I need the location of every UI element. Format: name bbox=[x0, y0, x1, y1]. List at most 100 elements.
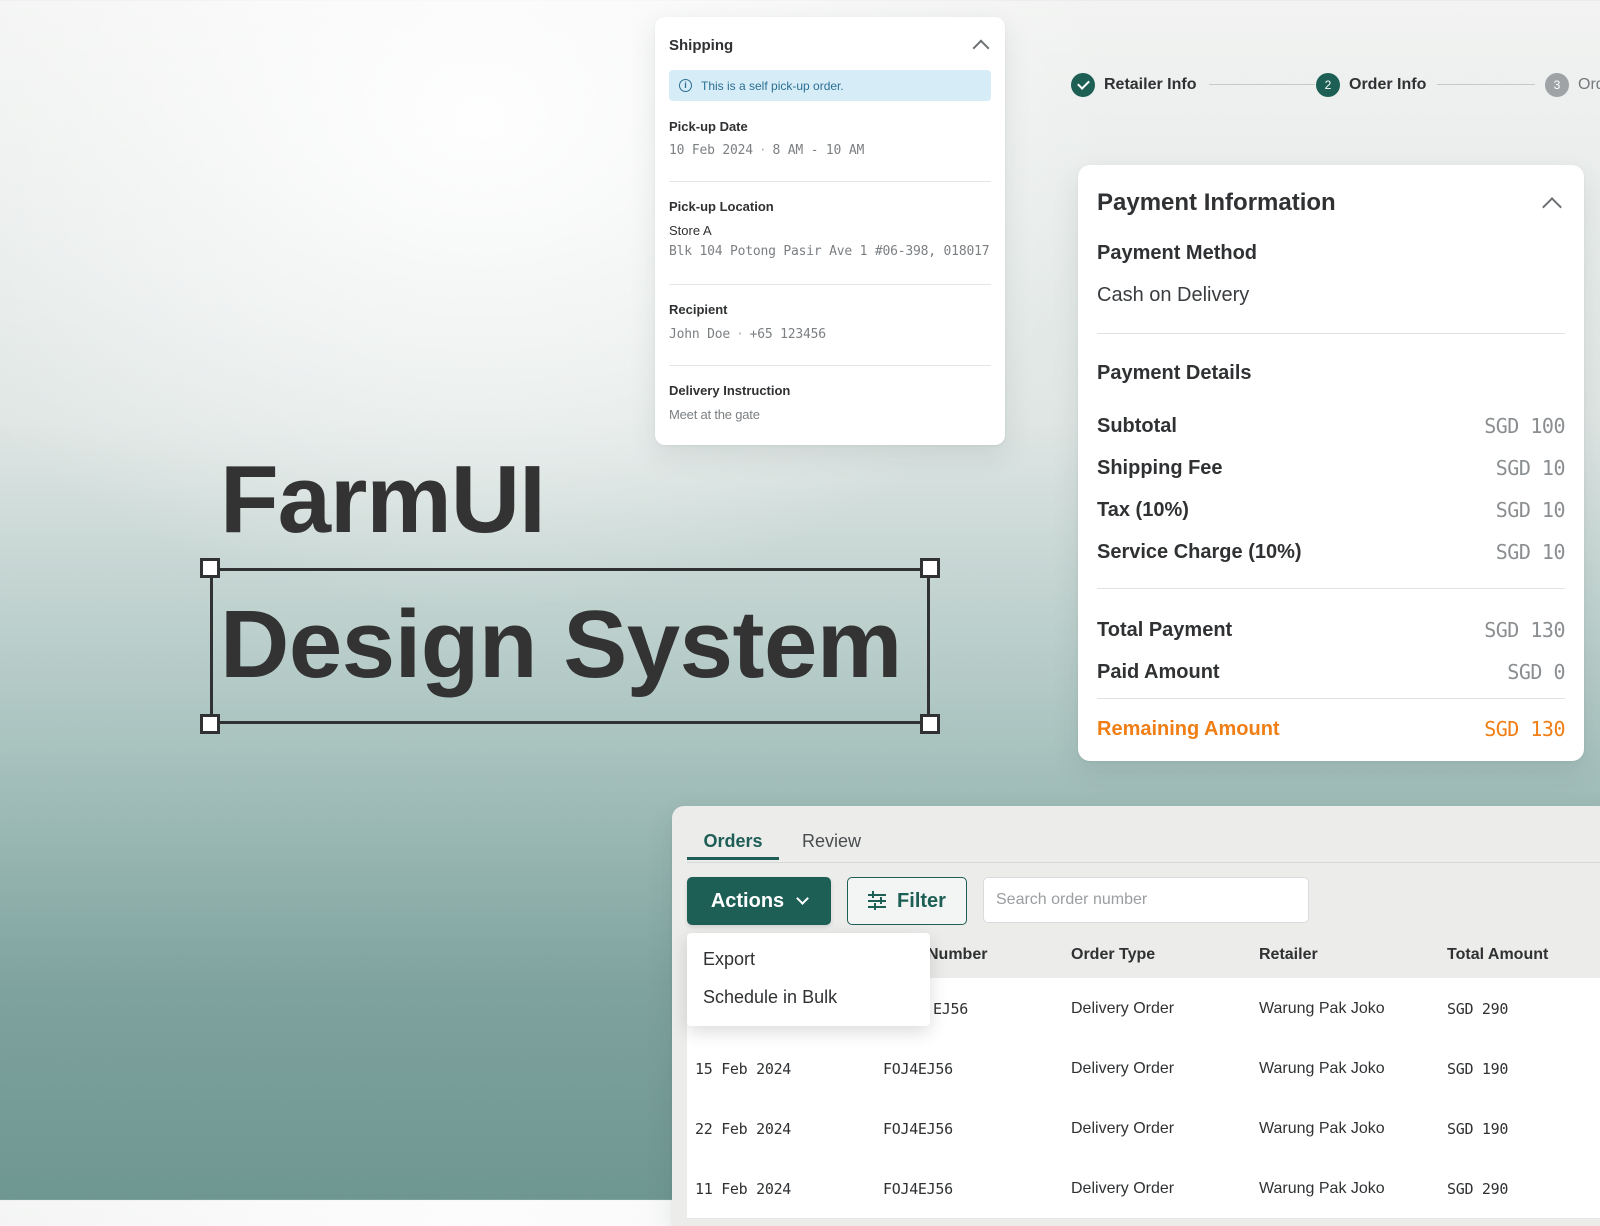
row-value: SGD 10 bbox=[1495, 540, 1566, 564]
cell-retailer: Warung Pak Joko bbox=[1259, 1060, 1385, 1077]
shipping-card: Shipping i This is a self pick-up order.… bbox=[655, 17, 1005, 445]
table-row[interactable]: 15 Feb 2024 FOJ4EJ56 Delivery Order Waru… bbox=[687, 1038, 1600, 1099]
recipient-phone: +65 123456 bbox=[749, 327, 826, 342]
step-order-summary[interactable]: 3 Ord bbox=[1545, 72, 1600, 98]
payment-title: Payment Information bbox=[1097, 189, 1336, 216]
tab-orders[interactable]: Orders bbox=[687, 828, 779, 860]
step-order-info[interactable]: 2 Order Info bbox=[1316, 72, 1426, 98]
pickup-date-section: Pick-up Date 10 Feb 2024 · 8 AM - 10 AM bbox=[669, 119, 991, 158]
column-header-retailer: Retailer bbox=[1259, 946, 1318, 963]
recipient-value: John Doe · +65 123456 bbox=[669, 327, 826, 342]
column-header-order-type: Order Type bbox=[1071, 946, 1156, 963]
divider bbox=[1097, 698, 1565, 699]
divider bbox=[1097, 588, 1565, 589]
pickup-location-label: Pick-up Location bbox=[669, 199, 774, 214]
chevron-up-icon[interactable] bbox=[1542, 197, 1562, 217]
table-row[interactable]: 22 Feb 2024 FOJ4EJ56 Delivery Order Waru… bbox=[687, 1098, 1600, 1159]
payment-header[interactable]: Payment Information bbox=[1097, 185, 1565, 221]
cell-number: FOJ4EJ56 bbox=[883, 1180, 953, 1198]
actions-button[interactable]: Actions bbox=[687, 877, 831, 925]
delivery-instruction-label: Delivery Instruction bbox=[669, 383, 791, 398]
payment-method-value: Cash on Delivery bbox=[1097, 284, 1250, 306]
total-label: Total Payment bbox=[1097, 618, 1233, 641]
tab-review[interactable]: Review bbox=[802, 828, 861, 862]
actions-label: Actions bbox=[710, 889, 785, 912]
store-name: Store A bbox=[669, 223, 712, 238]
row-label: Shipping Fee bbox=[1097, 456, 1223, 479]
cell-order-type: Delivery Order bbox=[1071, 1120, 1175, 1137]
pickup-time: 8 AM - 10 AM bbox=[772, 143, 865, 158]
chevron-up-icon[interactable] bbox=[972, 39, 990, 57]
cell-total-amount: SGD 290 bbox=[1447, 1180, 1509, 1198]
cell-total-amount: SGD 290 bbox=[1447, 1000, 1509, 1018]
paid-value: SGD 0 bbox=[1507, 660, 1565, 684]
column-header-number: Number bbox=[927, 946, 988, 963]
delivery-instruction: Meet at the gate bbox=[669, 407, 760, 422]
pickup-date-label: Pick-up Date bbox=[669, 119, 748, 134]
divider bbox=[669, 181, 991, 182]
menu-item-export[interactable]: Export bbox=[703, 949, 755, 970]
pickup-location-section: Pick-up Location Store A Blk 104 Potong … bbox=[669, 199, 991, 259]
payment-row-shipping-fee: Shipping Fee SGD 10 bbox=[1097, 454, 1566, 482]
hero-subtitle[interactable]: Design System bbox=[220, 590, 902, 700]
step-label: Retailer Info bbox=[1104, 76, 1197, 93]
paid-label: Paid Amount bbox=[1097, 660, 1220, 683]
store-address: Blk 104 Potong Pasir Ave 1 #06-398, 0180… bbox=[669, 244, 990, 259]
actions-dropdown-menu: Export Schedule in Bulk bbox=[687, 933, 930, 1026]
row-value: SGD 10 bbox=[1495, 498, 1566, 522]
payment-row-paid: Paid Amount SGD 0 bbox=[1097, 658, 1565, 686]
cell-retailer: Warung Pak Joko bbox=[1259, 1000, 1385, 1017]
chevron-down-icon bbox=[796, 892, 810, 905]
cell-order-type: Delivery Order bbox=[1071, 1180, 1175, 1197]
cell-total-amount: SGD 190 bbox=[1447, 1120, 1509, 1138]
cell-number: EJ56 bbox=[933, 1000, 968, 1018]
divider bbox=[1097, 333, 1565, 334]
cell-order-type: Delivery Order bbox=[1071, 1060, 1175, 1077]
payment-row-service-charge: Service Charge (10%) SGD 10 bbox=[1097, 538, 1566, 566]
sliders-icon bbox=[868, 891, 887, 910]
payment-row-tax: Tax (10%) SGD 10 bbox=[1097, 496, 1566, 524]
cell-total-amount: SGD 190 bbox=[1447, 1060, 1509, 1078]
resize-handle-bottom-right[interactable] bbox=[920, 714, 940, 734]
shipping-title: Shipping bbox=[669, 36, 734, 54]
cell-date: 22 Feb 2024 bbox=[695, 1120, 792, 1138]
row-label: Service Charge (10%) bbox=[1097, 540, 1302, 563]
payment-details-label: Payment Details bbox=[1097, 362, 1252, 384]
cell-date: 15 Feb 2024 bbox=[695, 1060, 792, 1078]
row-value: SGD 100 bbox=[1484, 414, 1565, 438]
menu-item-schedule-in-bulk[interactable]: Schedule in Bulk bbox=[703, 987, 837, 1008]
resize-handle-bottom-left[interactable] bbox=[200, 714, 220, 734]
step-number: 2 bbox=[1316, 73, 1340, 97]
step-connector bbox=[1437, 84, 1535, 85]
cell-retailer: Warung Pak Joko bbox=[1259, 1120, 1385, 1137]
cell-number: FOJ4EJ56 bbox=[883, 1120, 953, 1138]
tab-bar: Orders Review bbox=[687, 828, 1600, 863]
cell-date: 11 Feb 2024 bbox=[695, 1180, 792, 1198]
payment-row-remaining: Remaining Amount SGD 130 bbox=[1097, 715, 1565, 743]
cell-retailer: Warung Pak Joko bbox=[1259, 1180, 1385, 1197]
cell-number: FOJ4EJ56 bbox=[883, 1060, 953, 1078]
payment-row-subtotal: Subtotal SGD 100 bbox=[1097, 412, 1565, 440]
step-retailer-info[interactable]: Retailer Info bbox=[1071, 72, 1196, 98]
delivery-instruction-section: Delivery Instruction Meet at the gate bbox=[669, 383, 991, 422]
check-icon bbox=[1071, 73, 1095, 97]
total-value: SGD 130 bbox=[1484, 618, 1565, 642]
step-connector bbox=[1209, 84, 1315, 85]
row-value: SGD 10 bbox=[1495, 456, 1566, 480]
step-label: Order Info bbox=[1349, 76, 1427, 93]
shipping-header[interactable]: Shipping bbox=[669, 33, 991, 57]
resize-handle-top-right[interactable] bbox=[920, 558, 940, 578]
self-pickup-banner: i This is a self pick-up order. bbox=[669, 70, 991, 101]
filter-button[interactable]: Filter bbox=[847, 877, 967, 925]
search-order-input[interactable] bbox=[983, 877, 1309, 923]
filter-label: Filter bbox=[897, 889, 946, 912]
pickup-date: 10 Feb 2024 bbox=[669, 143, 753, 158]
payment-method-label: Payment Method bbox=[1097, 242, 1258, 264]
info-icon: i bbox=[679, 79, 692, 92]
hero-title: FarmUI bbox=[220, 446, 546, 553]
recipient-section: Recipient John Doe · +65 123456 bbox=[669, 302, 991, 342]
payment-row-total: Total Payment SGD 130 bbox=[1097, 616, 1565, 644]
column-header-total-amount: Total Amount bbox=[1447, 946, 1549, 963]
table-row[interactable]: 11 Feb 2024 FOJ4EJ56 Delivery Order Waru… bbox=[687, 1158, 1600, 1219]
resize-handle-top-left[interactable] bbox=[200, 558, 220, 578]
